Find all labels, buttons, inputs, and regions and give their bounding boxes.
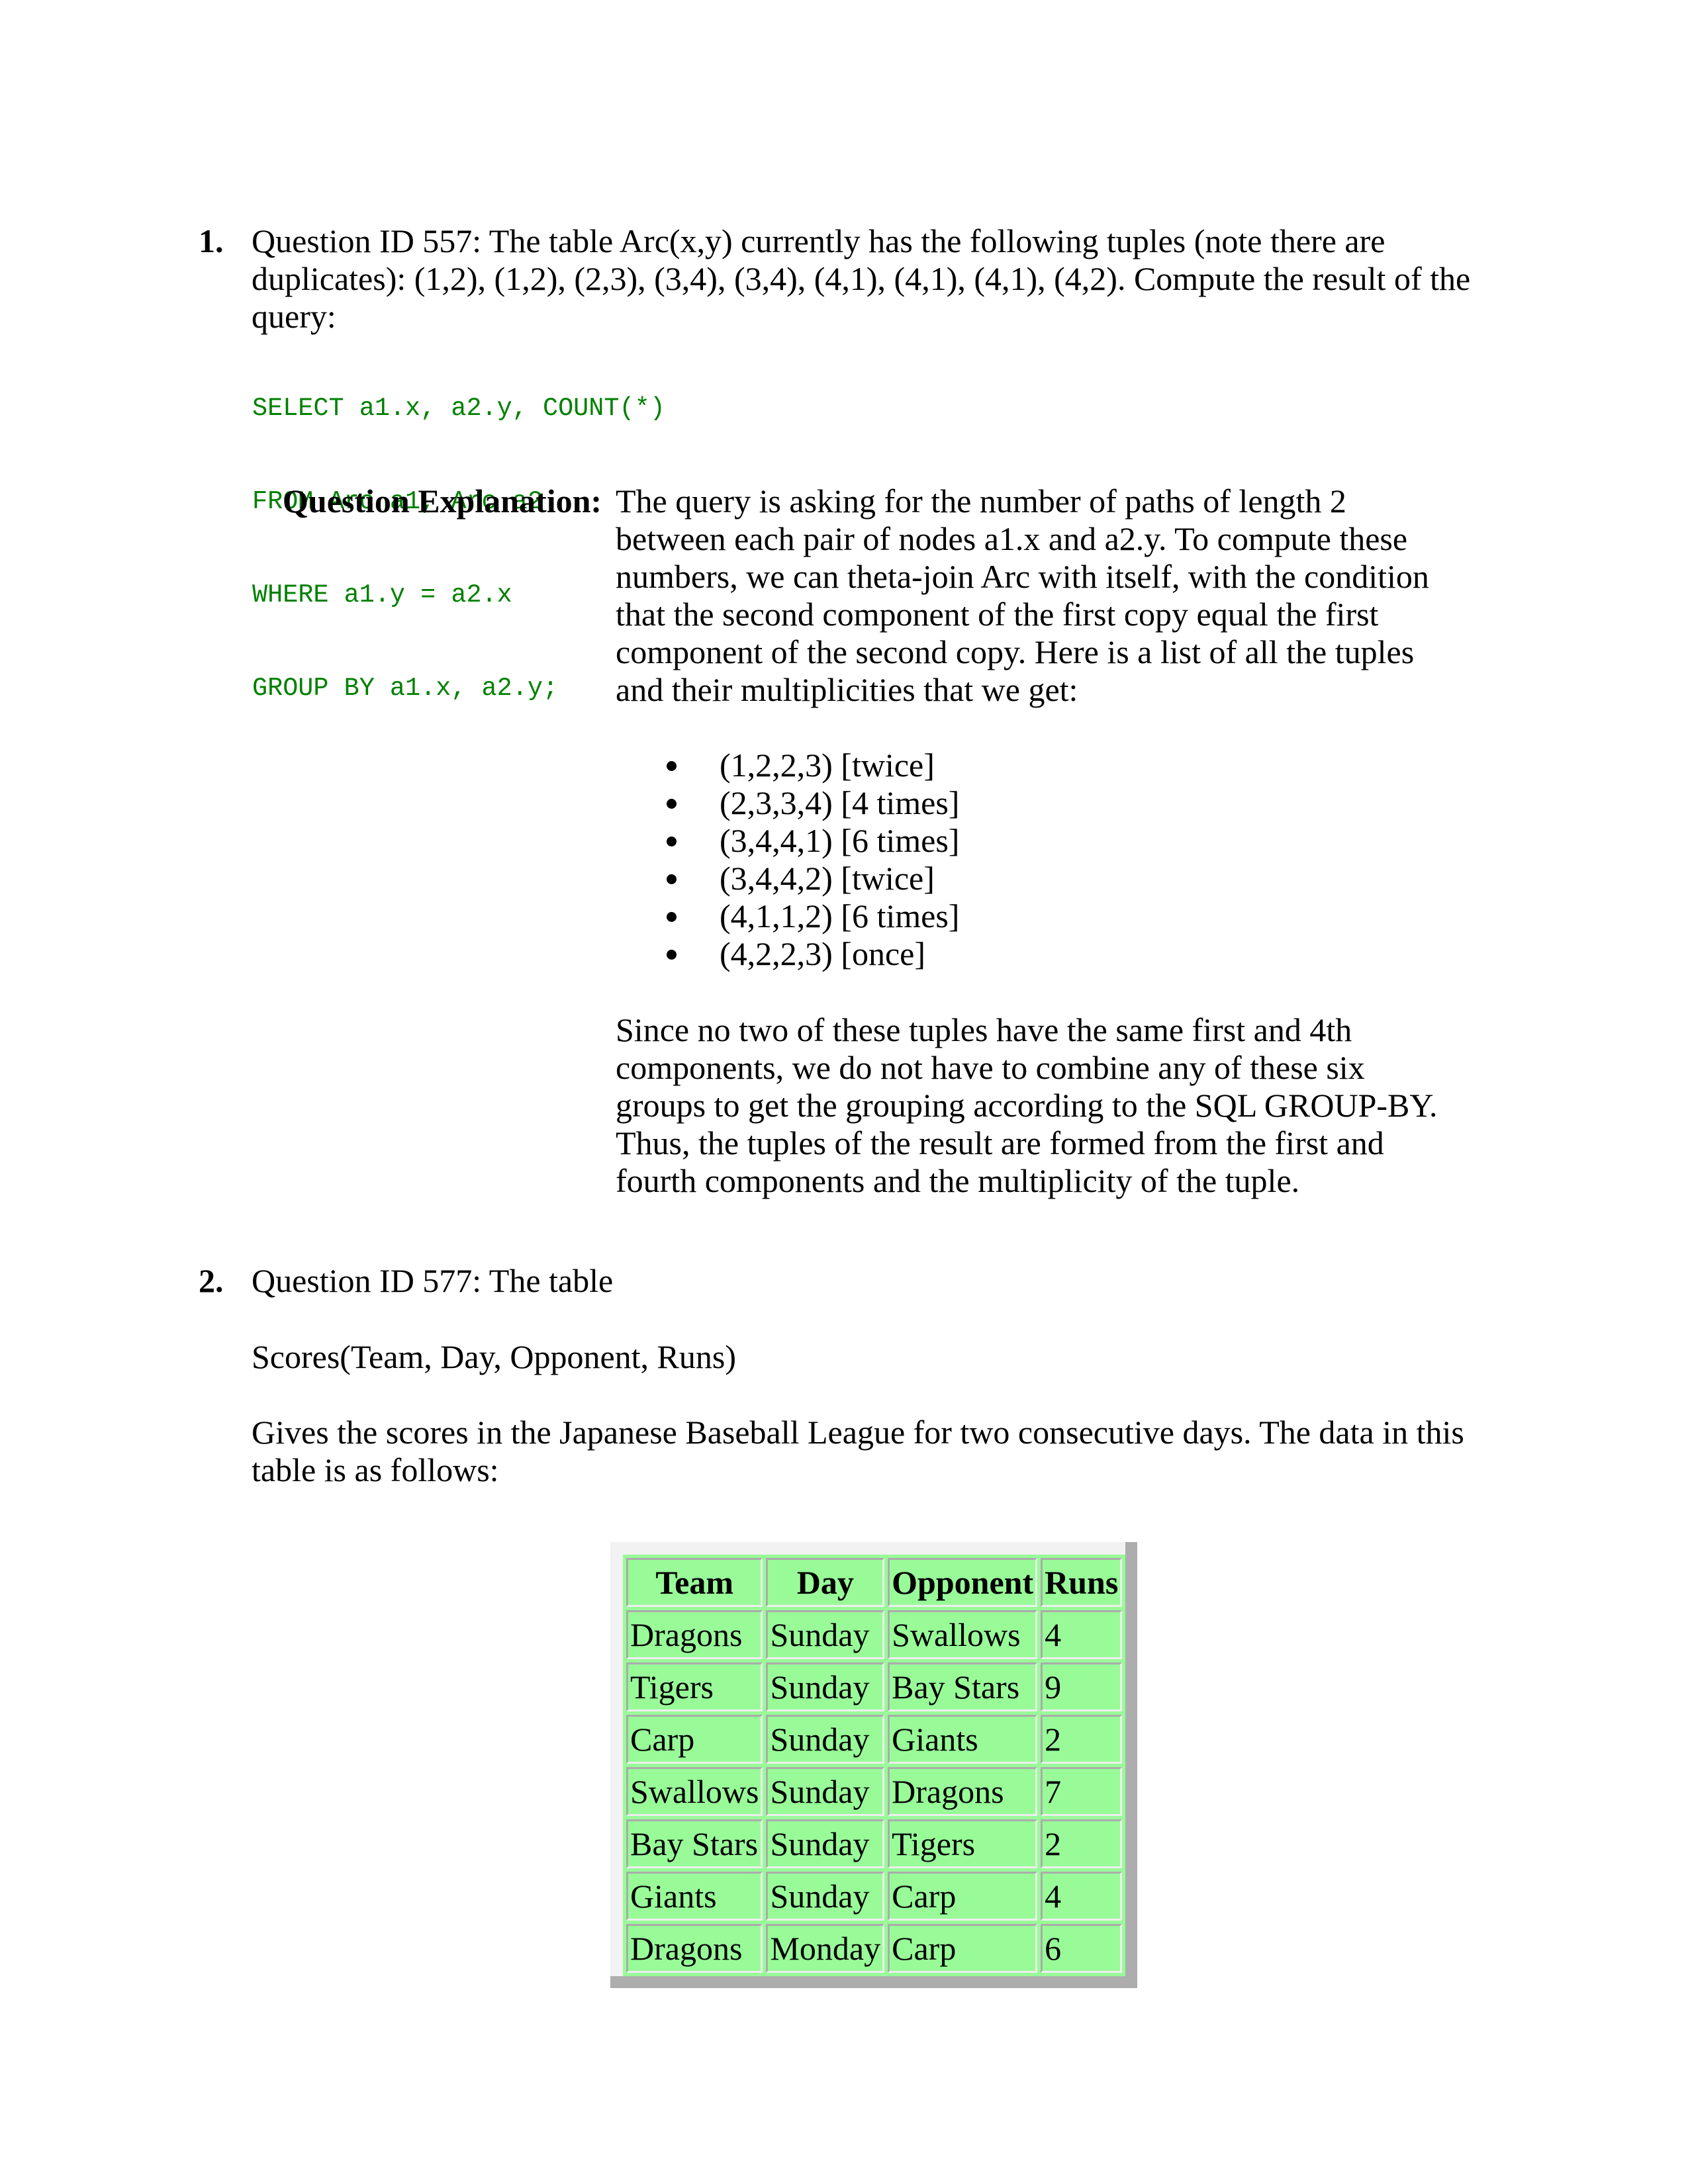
bullet-icon (667, 912, 677, 922)
list-item: (3,4,4,2) [twice] (662, 860, 959, 897)
table-row: Giants Sunday Carp 4 (626, 1872, 1123, 1921)
tuple-text: (4,2,2,3) [once] (720, 935, 925, 972)
column-header-opponent: Opponent (888, 1558, 1038, 1607)
cell-opponent: Carp (888, 1924, 1038, 1973)
table-row: Dragons Monday Carp 6 (626, 1924, 1123, 1973)
tuple-text: (4,1,1,2) [6 times] (720, 897, 960, 934)
table-schema: Scores(Team, Day, Opponent, Runs) (252, 1338, 736, 1375)
cell-runs: 9 (1041, 1662, 1123, 1711)
table-row: Swallows Sunday Dragons 7 (626, 1767, 1123, 1816)
explanation-line: Thus, the tuples of the result are forme… (616, 1124, 1384, 1161)
cell-day: Sunday (766, 1767, 885, 1816)
code-line: WHERE a1.y = a2.x (252, 580, 512, 610)
cell-day: Sunday (766, 1662, 885, 1711)
table-row: Bay Stars Sunday Tigers 2 (626, 1819, 1123, 1868)
explanation-line: The query is asking for the number of pa… (616, 482, 1346, 520)
cell-runs: 2 (1041, 1715, 1123, 1764)
cell-opponent: Giants (888, 1715, 1038, 1764)
tuple-text: (2,3,3,4) [4 times] (720, 784, 960, 821)
explanation-line: fourth components and the multiplicity o… (616, 1162, 1300, 1199)
table-header-row: Team Day Opponent Runs (626, 1558, 1123, 1607)
cell-opponent: Bay Stars (888, 1662, 1038, 1711)
table-description: Gives the scores in the Japanese Basebal… (252, 1414, 1483, 1489)
cell-opponent: Swallows (888, 1610, 1038, 1659)
cell-day: Sunday (766, 1715, 885, 1764)
code-line: SELECT a1.x, a2.y, COUNT(*) (252, 394, 665, 423)
cell-day: Sunday (766, 1872, 885, 1921)
cell-runs: 6 (1041, 1924, 1123, 1973)
description-line: table is as follows: (252, 1451, 499, 1488)
bullet-icon (667, 837, 677, 846)
explanation-line: component of the second copy. Here is a … (616, 633, 1415, 670)
explanation-line: and their multiplicities that we get: (616, 671, 1078, 708)
table-row: Dragons Sunday Swallows 4 (626, 1610, 1123, 1659)
prompt-line: Question ID 557: The table Arc(x,y) curr… (252, 222, 1385, 259)
tuple-text: (1,2,2,3) [twice] (720, 747, 935, 784)
list-item: (2,3,3,4) [4 times] (662, 784, 959, 822)
explanation-line: Since no two of these tuples have the sa… (616, 1011, 1352, 1048)
prompt-line: duplicates): (1,2), (1,2), (2,3), (3,4),… (252, 260, 1471, 297)
column-header-team: Team (626, 1558, 763, 1607)
bullet-icon (667, 799, 677, 809)
cell-runs: 4 (1041, 1610, 1123, 1659)
code-line: GROUP BY a1.x, a2.y; (252, 674, 559, 703)
explanation-intro: The query is asking for the number of pa… (616, 482, 1456, 709)
tuple-list: (1,2,2,3) [twice] (2,3,3,4) [4 times] (3… (662, 747, 959, 973)
cell-opponent: Carp (888, 1872, 1038, 1921)
question-prompt: Question ID 577: The table (252, 1262, 614, 1299)
cell-team: Dragons (626, 1924, 763, 1973)
explanation-line: between each pair of nodes a1.x and a2.y… (616, 520, 1408, 557)
cell-runs: 4 (1041, 1872, 1123, 1921)
explanation-conclusion: Since no two of these tuples have the sa… (616, 1011, 1456, 1200)
cell-team: Carp (626, 1715, 763, 1764)
prompt-line: query: (252, 298, 336, 335)
explanation-label: Question Explanation: (283, 482, 602, 520)
question-number: 2. (199, 1262, 224, 1299)
table-row: Tigers Sunday Bay Stars 9 (626, 1662, 1123, 1711)
question-prompt: Question ID 557: The table Arc(x,y) curr… (252, 222, 1483, 336)
column-header-day: Day (766, 1558, 885, 1607)
list-item: (4,2,2,3) [once] (662, 935, 959, 973)
list-item: (4,1,1,2) [6 times] (662, 897, 959, 935)
sql-code-block: SELECT a1.x, a2.y, COUNT(*) FROM Arc a1,… (252, 331, 665, 766)
column-header-runs: Runs (1041, 1558, 1123, 1607)
bullet-icon (667, 761, 677, 771)
tuple-text: (3,4,4,1) [6 times] (720, 822, 960, 859)
cell-day: Sunday (766, 1610, 885, 1659)
cell-day: Sunday (766, 1819, 885, 1868)
cell-team: Bay Stars (626, 1819, 763, 1868)
cell-team: Giants (626, 1872, 763, 1921)
cell-team: Dragons (626, 1610, 763, 1659)
bullet-icon (667, 950, 677, 960)
list-item: (1,2,2,3) [twice] (662, 747, 959, 784)
description-line: Gives the scores in the Japanese Basebal… (252, 1414, 1464, 1451)
cell-team: Tigers (626, 1662, 763, 1711)
explanation-line: that the second component of the first c… (616, 596, 1379, 633)
cell-opponent: Dragons (888, 1767, 1038, 1816)
question-number: 1. (199, 222, 224, 259)
scores-table: Team Day Opponent Runs Dragons Sunday Sw… (623, 1555, 1126, 1976)
cell-runs: 7 (1041, 1767, 1123, 1816)
cell-runs: 2 (1041, 1819, 1123, 1868)
tuple-text: (3,4,4,2) [twice] (720, 860, 935, 897)
bullet-icon (667, 874, 677, 884)
list-item: (3,4,4,1) [6 times] (662, 822, 959, 860)
cell-opponent: Tigers (888, 1819, 1038, 1868)
cell-day: Monday (766, 1924, 885, 1973)
explanation-line: numbers, we can theta-join Arc with itse… (616, 558, 1429, 595)
explanation-line: components, we do not have to combine an… (616, 1049, 1365, 1086)
explanation-line: groups to get the grouping according to … (616, 1087, 1438, 1124)
cell-team: Swallows (626, 1767, 763, 1816)
table-row: Carp Sunday Giants 2 (626, 1715, 1123, 1764)
